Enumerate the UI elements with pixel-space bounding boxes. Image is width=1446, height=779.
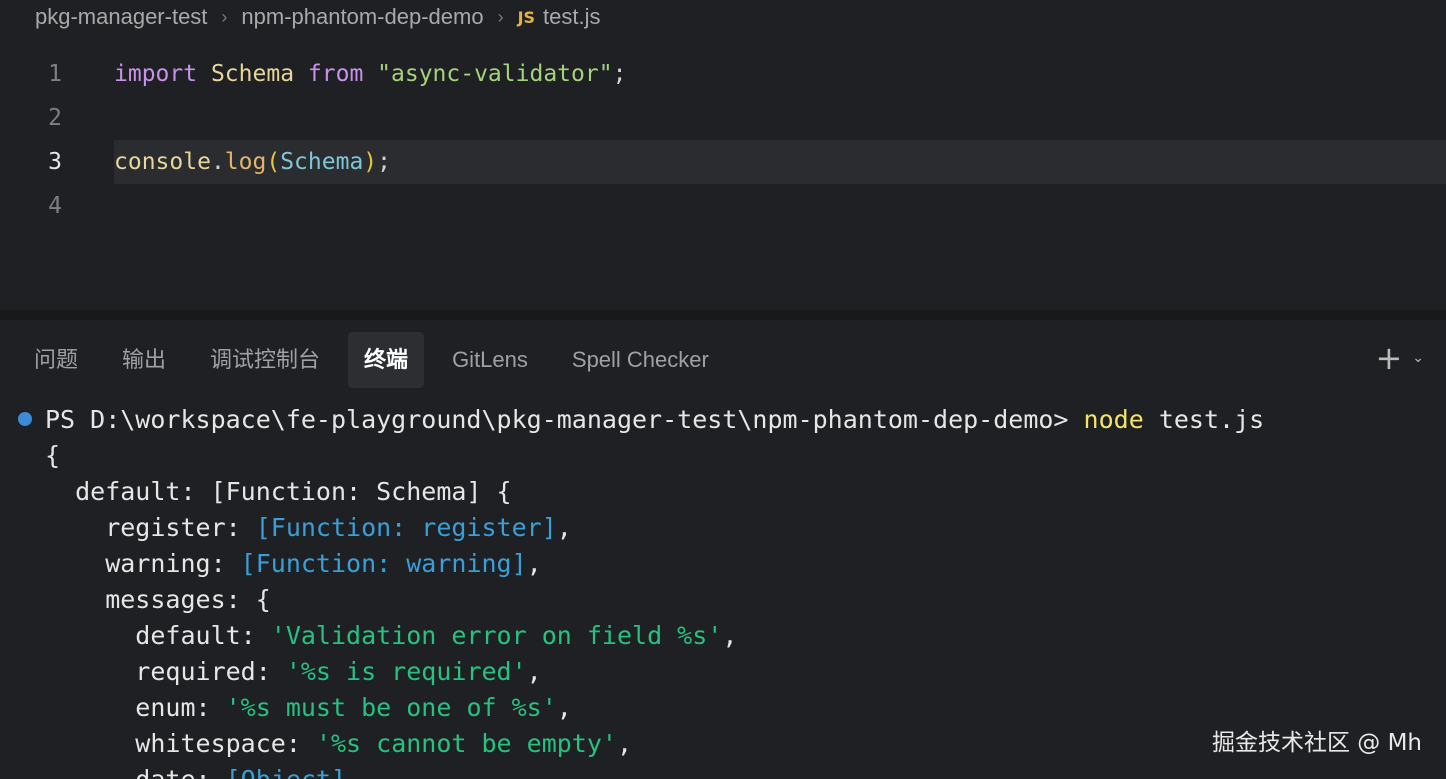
code-token: ; — [612, 61, 627, 87]
code-token: . — [210, 149, 225, 175]
panel-tab[interactable]: 输出 — [106, 332, 182, 388]
terminal-line: register: [Function: register], — [45, 510, 572, 546]
code-line[interactable]: 4 — [0, 184, 1446, 228]
terminal-token: , — [526, 549, 542, 578]
terminal-token: , — [346, 765, 361, 779]
terminal-token: enum: — [45, 693, 226, 722]
terminal-token: , — [616, 729, 633, 758]
code-token: console — [114, 149, 211, 175]
watermark: 掘金技术社区 @ Mh — [1211, 730, 1422, 756]
terminal-token: whitespace: — [45, 729, 316, 758]
panel-divider[interactable] — [0, 310, 1446, 320]
terminal-line: warning: [Function: warning], — [45, 546, 542, 582]
terminal-token: required: — [45, 657, 286, 686]
terminal-token: 'Validation error on field %s' — [270, 621, 723, 650]
breadcrumb: pkg-manager-test › npm-phantom-dep-demo … — [0, 0, 1446, 34]
breadcrumb-folder-root[interactable]: pkg-manager-test — [35, 4, 207, 30]
panel-tab[interactable]: 问题 — [18, 332, 94, 388]
code-token: ( — [266, 149, 281, 175]
code-editor[interactable]: 1 import Schema from "async-validator"; 2 3… — [0, 34, 1446, 310]
plus-icon[interactable]: + — [1375, 342, 1402, 374]
code-text: import Schema from "async-validator"; — [114, 61, 626, 87]
terminal-token: '%s is required' — [285, 657, 527, 686]
terminal-line: PS D:\workspace\fe-playground\pkg-manage… — [45, 402, 1264, 438]
terminal-line: date: [Object], — [45, 762, 361, 779]
chevron-down-icon[interactable]: ⌄ — [1412, 350, 1424, 366]
panel-tab[interactable]: 调试控制台 — [194, 332, 336, 388]
breadcrumb-folder-project[interactable]: npm-phantom-dep-demo — [241, 4, 483, 30]
line-number: 2 — [48, 105, 62, 131]
terminal-token: '%s cannot be empty' — [315, 729, 617, 758]
terminal-token: messages: { — [45, 585, 271, 614]
terminal-line: required: '%s is required', — [45, 654, 542, 690]
code-token: Schema — [210, 61, 295, 87]
terminal-line: enum: '%s must be one of %s', — [45, 690, 572, 726]
terminal-token: test.js — [1143, 405, 1265, 434]
terminal-token: PS D:\workspace\fe-playground\pkg-manage… — [45, 405, 1084, 434]
command-status-icon[interactable] — [18, 412, 32, 426]
terminal-line: messages: { — [45, 582, 271, 618]
chevron-right-icon: › — [497, 6, 504, 27]
panel-tab-bar: 问题 输出 调试控制台 终端 GitLens Spell Checker — [0, 320, 1446, 400]
panel-tab[interactable]: GitLens — [436, 332, 544, 388]
breadcrumb-file[interactable]: test.js — [543, 4, 600, 30]
terminal-token: , — [556, 513, 572, 542]
terminal-token: warning: — [45, 549, 241, 578]
panel-tab[interactable]: Spell Checker — [556, 332, 725, 388]
terminal-token: , — [526, 657, 542, 686]
terminal-line: whitespace: '%s cannot be empty', — [45, 726, 632, 762]
bottom-panel: 问题 输出 调试控制台 终端 GitLens Spell Checker + ⌄ PS D… — [0, 320, 1446, 779]
code-token: Schema — [280, 149, 364, 175]
code-token: ) — [363, 149, 378, 175]
panel-actions: + ⌄ — [1375, 342, 1424, 374]
terminal-token: node — [1083, 405, 1144, 434]
code-token: import — [114, 61, 198, 87]
code-text: console.log(Schema); — [114, 149, 391, 175]
code-token: log — [224, 149, 267, 175]
terminal-token: { — [45, 441, 61, 470]
panel-tab[interactable]: 终端 — [348, 332, 425, 388]
code-token: from — [307, 61, 364, 87]
code-line[interactable]: 1 import Schema from "async-validator"; — [0, 52, 1446, 96]
terminal-token: [Function: warning] — [240, 549, 527, 578]
code-line[interactable]: 3 console.log(Schema); — [0, 140, 1446, 184]
terminal-line: default: 'Validation error on field %s', — [45, 618, 737, 654]
code-line[interactable]: 2 — [0, 96, 1446, 140]
terminal-line: default: [Function: Schema] { — [45, 474, 512, 510]
code-token: ; — [377, 149, 392, 175]
terminal-token: , — [722, 621, 738, 650]
terminal-token: default: [Function: Schema] { — [45, 477, 512, 506]
terminal-token: '%s must be one of %s' — [225, 693, 557, 722]
line-number: 1 — [48, 61, 62, 87]
chevron-right-icon: › — [221, 6, 228, 27]
terminal-token: [Function: register] — [255, 513, 557, 542]
code-token: "async-validator" — [377, 61, 613, 87]
js-file-icon: JS — [517, 7, 536, 27]
line-number: 3 — [48, 149, 62, 175]
line-number: 4 — [48, 193, 62, 219]
terminal-line: { — [45, 438, 60, 474]
terminal-token: register: — [45, 513, 256, 542]
terminal-token: default: — [45, 621, 271, 650]
terminal-token: date: — [45, 765, 226, 779]
terminal-token: [Object] — [226, 765, 346, 779]
terminal-token: , — [556, 693, 572, 722]
